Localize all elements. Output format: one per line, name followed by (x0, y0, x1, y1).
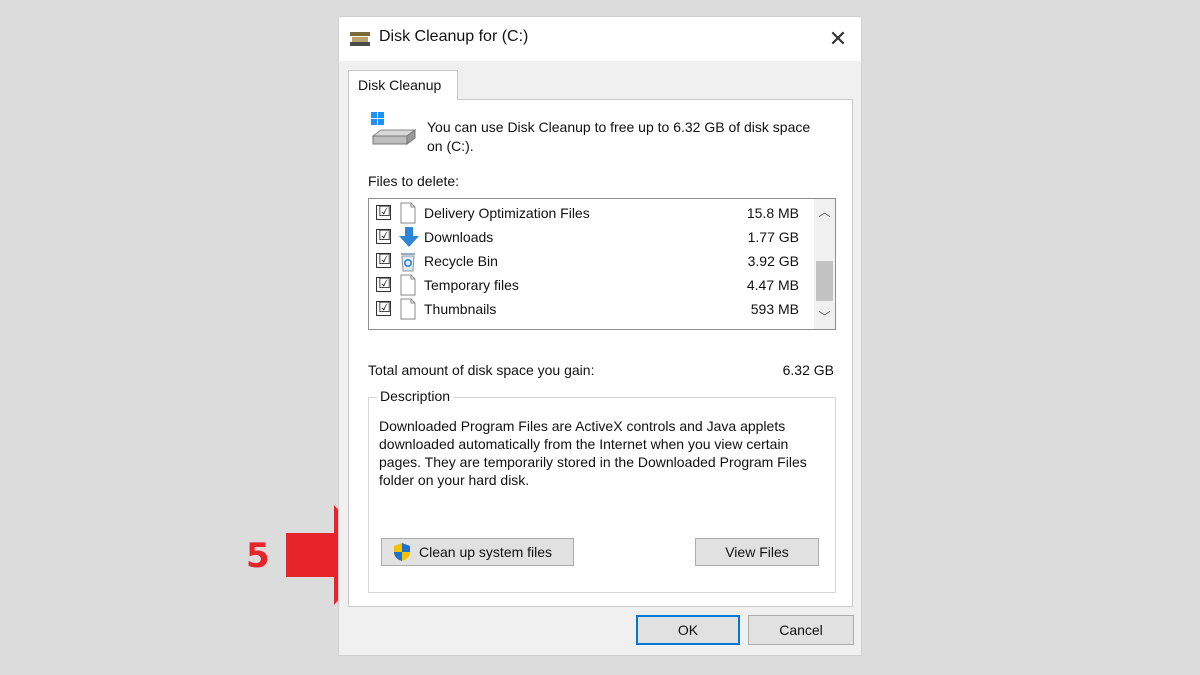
files-list[interactable]: ☑ Delivery Optimization Files 15.8 MB ☑ … (368, 198, 836, 330)
list-item[interactable]: ☑ Thumbnails 593 MB (369, 298, 809, 322)
file-name: Thumbnails (424, 301, 497, 317)
list-item[interactable]: ☑ Temporary files 4.47 MB (369, 274, 809, 298)
close-icon: ✕ (828, 26, 848, 51)
tab-panel: You can use Disk Cleanup to free up to 6… (348, 99, 853, 607)
total-gain-value: 6.32 GB (782, 362, 834, 378)
list-item[interactable]: ☑ Delivery Optimization Files 15.8 MB (369, 202, 809, 226)
file-name: Downloads (424, 229, 494, 245)
description-legend: Description (377, 388, 454, 404)
file-icon (400, 274, 416, 296)
step-number-annotation: 5 (246, 536, 270, 576)
file-size: 15.8 MB (746, 205, 799, 221)
file-size: 593 MB (750, 301, 799, 317)
file-icon (400, 298, 416, 320)
files-to-delete-label: Files to delete: (368, 173, 460, 189)
list-item[interactable]: ☑ Downloads 1.77 GB (369, 226, 809, 250)
checkbox[interactable]: ☑ (376, 275, 391, 292)
chevron-up-icon: ︿ (818, 205, 831, 219)
ok-button[interactable]: OK (636, 615, 740, 645)
clean-up-system-files-button[interactable]: Clean up system files (381, 538, 574, 566)
file-size: 1.77 GB (747, 229, 799, 245)
file-name: Recycle Bin (424, 253, 498, 269)
scroll-up-button[interactable]: ︿ (814, 202, 835, 222)
checkbox[interactable]: ☑ (376, 299, 391, 316)
scroll-thumb[interactable] (816, 261, 833, 301)
description-text: Downloaded Program Files are ActiveX con… (379, 418, 807, 488)
recycle-bin-icon (401, 253, 415, 272)
info-text: You can use Disk Cleanup to free up to 6… (427, 119, 811, 154)
scroll-down-button[interactable]: ﹀ (814, 307, 835, 327)
download-arrow-icon (399, 227, 419, 247)
uac-shield-icon (394, 543, 410, 561)
list-item[interactable]: ☑ Recycle Bin 3.92 GB (369, 250, 809, 274)
file-size: 4.47 MB (746, 277, 799, 293)
file-size: 3.92 GB (747, 253, 799, 269)
view-files-button[interactable]: View Files (695, 538, 819, 566)
file-name: Temporary files (424, 277, 519, 293)
checkbox[interactable]: ☑ (376, 227, 391, 244)
window-title: Disk Cleanup for (C:) (379, 28, 529, 45)
scrollbar[interactable]: ︿ ﹀ (814, 199, 835, 329)
disk-cleanup-dialog: Disk Cleanup for (C:) ✕ Disk Cleanup You… (338, 16, 862, 656)
close-button[interactable]: ✕ (823, 24, 853, 54)
drive-icon (371, 112, 417, 145)
clean-up-system-files-label: Clean up system files (419, 544, 553, 560)
title-bar: Disk Cleanup for (C:) ✕ (339, 17, 861, 61)
file-name: Delivery Optimization Files (424, 205, 590, 221)
chevron-down-icon: ﹀ (818, 310, 831, 324)
checkbox[interactable]: ☑ (376, 203, 391, 220)
total-gain-label: Total amount of disk space you gain: (368, 362, 595, 378)
cancel-button[interactable]: Cancel (748, 615, 854, 645)
file-icon (400, 202, 416, 224)
checkbox[interactable]: ☑ (376, 251, 391, 268)
disk-cleanup-app-icon (350, 32, 370, 46)
tab-disk-cleanup[interactable]: Disk Cleanup (348, 70, 458, 100)
